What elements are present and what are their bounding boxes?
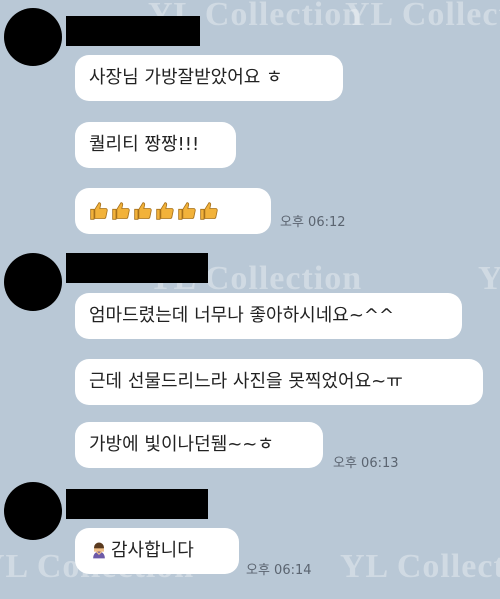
- sender-name-redacted: [66, 489, 208, 519]
- message-time: 오후 06:12: [280, 215, 346, 230]
- message-bubble[interactable]: [75, 188, 271, 234]
- thumbs-up-icon: [90, 202, 108, 220]
- message-text: 근데 선물드리느라 사진을 못찍었어요~ㅠ: [89, 371, 403, 392]
- thumbs-up-icon: [178, 202, 196, 220]
- message-bubble[interactable]: 퀄리티 짱짱!!!: [75, 122, 236, 168]
- sender-name-redacted: [66, 253, 208, 283]
- thumbs-up-icon: [156, 202, 174, 220]
- bowing-person-icon: [93, 542, 105, 559]
- message-text: 사장님 가방잘받았어요 ㅎ: [89, 67, 283, 88]
- avatar[interactable]: [4, 253, 62, 311]
- avatar[interactable]: [4, 482, 62, 540]
- thumbs-up-icon: [200, 202, 218, 220]
- message-bubble[interactable]: 엄마드렸는데 너무나 좋아하시네요~^^: [75, 293, 462, 339]
- message-bubble[interactable]: 가방에 빛이나던뒘~~ㅎ: [75, 422, 323, 468]
- message-text: 감사합니다: [111, 540, 194, 561]
- message-time: 오후 06:13: [333, 456, 399, 471]
- watermark: YL Collection: [345, 0, 500, 33]
- message-bubble[interactable]: 근데 선물드리느라 사진을 못찍었어요~ㅠ: [75, 359, 483, 405]
- message-time: 오후 06:14: [246, 563, 312, 578]
- message-text: 퀄리티 짱짱!!!: [89, 134, 200, 155]
- thumbs-up-icon: [134, 202, 152, 220]
- message-bubble[interactable]: 감사합니다: [75, 528, 239, 574]
- watermark: YL Collection: [478, 260, 500, 297]
- message-text: 엄마드렸는데 너무나 좋아하시네요~^^: [89, 305, 395, 326]
- message-bubble[interactable]: 사장님 가방잘받았어요 ㅎ: [75, 55, 343, 101]
- sender-name-redacted: [66, 16, 200, 46]
- message-text: 가방에 빛이나던뒘~~ㅎ: [89, 434, 274, 455]
- avatar[interactable]: [4, 8, 62, 66]
- thumbs-up-row: [89, 200, 257, 222]
- watermark: YL Collection: [340, 548, 500, 585]
- thumbs-up-icon: [112, 202, 130, 220]
